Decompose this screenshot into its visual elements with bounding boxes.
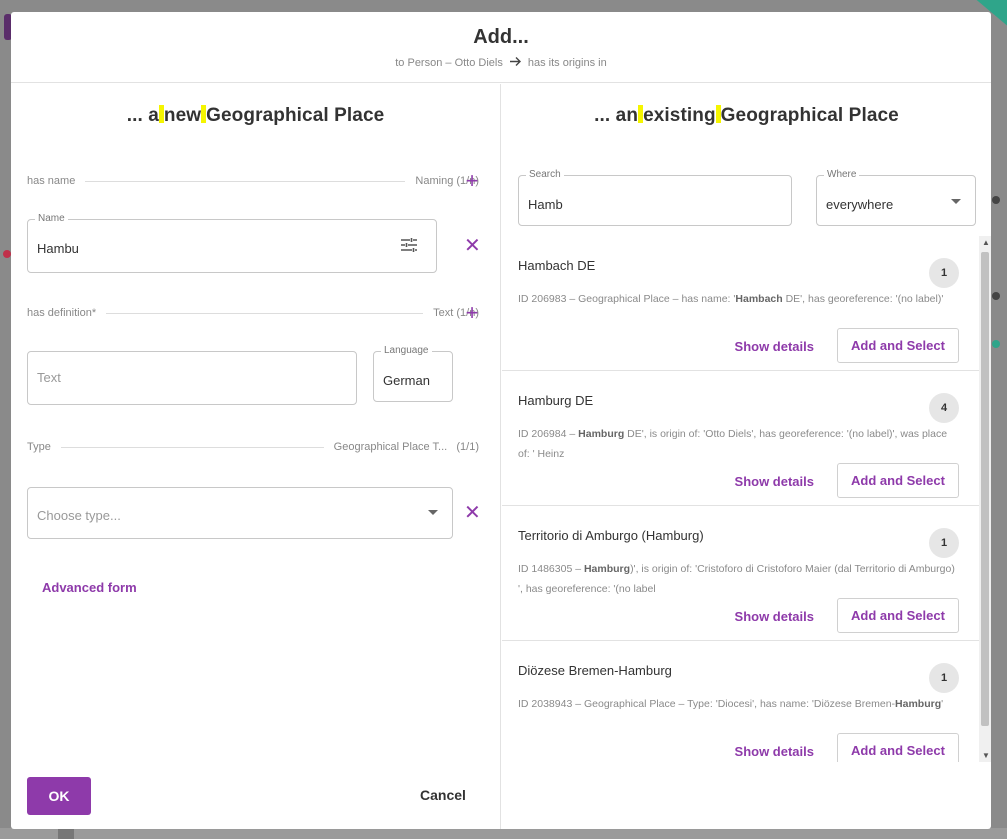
search-field[interactable]: Search Hamb [518,169,792,226]
result-description: ID 2038943 – Geographical Place – Type: … [518,698,944,710]
list-item: Hamburg DE 4 ID 206984 – Hamburg DE', is… [502,371,979,506]
result-count-badge: 1 [929,663,959,693]
add-definition-plus-icon[interactable]: + [464,302,480,324]
where-select[interactable]: Where everywhere [816,169,976,226]
show-details-button[interactable]: Show details [735,474,814,489]
divider [60,446,324,448]
language-field[interactable]: Language German [373,345,453,402]
tune-icon[interactable] [400,236,418,254]
has-definition-row: has definition* Text (1/n) [27,307,479,319]
existing-entity-panel: ... an existing Geographical Place Search … [502,84,991,829]
chevron-down-icon[interactable] [428,510,438,515]
result-description: ID 206983 – Geographical Place – has nam… [518,293,944,305]
result-name: Territorio di Amburgo (Hamburg) [518,528,704,543]
background-scrollbar [0,828,1007,839]
result-description: ID 1486305 – Hamburg)', is origin of: 'C… [518,563,955,595]
subtitle-source: to Person – Otto Diels [395,56,503,69]
remove-type-close-icon[interactable]: ✕ [464,503,481,523]
type-select[interactable]: Choose type... [27,487,453,539]
list-item: Diözese Bremen-Hamburg 1 ID 2038943 – Ge… [502,641,979,762]
chevron-down-icon[interactable] [951,199,961,204]
results-scrollbar[interactable]: ▲ ▼ [979,236,991,762]
result-count-badge: 1 [929,528,959,558]
result-name: Diözese Bremen-Hamburg [518,663,672,678]
show-details-button[interactable]: Show details [735,744,814,759]
ok-button[interactable]: OK [27,777,91,815]
result-name: Hamburg DE [518,393,594,408]
show-details-button[interactable]: Show details [735,609,814,624]
dialog-header: Add... to Person – Otto Diels has its or… [11,12,991,83]
new-entity-panel: ... a new Geographical Place has name Nami… [11,84,501,829]
dialog-subtitle: to Person – Otto Diels has its origins i… [11,55,991,70]
background-dot [992,292,1000,300]
results-list: Hambach DE 1 ID 206983 – Geographical Pl… [502,236,979,762]
result-name: Hambach DE [518,258,596,273]
arrow-right-icon [509,55,522,70]
add-and-select-button[interactable]: Add and Select [837,463,959,498]
add-name-plus-icon[interactable]: + [464,170,480,192]
divider [85,180,406,182]
result-description: ID 206984 – Hamburg DE', is origin of: '… [518,428,948,460]
result-count-badge: 1 [929,258,959,288]
name-field[interactable]: Name Hambu [27,213,437,273]
scrollbar-thumb[interactable] [981,252,989,726]
advanced-form-link[interactable]: Advanced form [42,580,137,595]
add-and-select-button[interactable]: Add and Select [837,328,959,363]
add-dialog: Add... to Person – Otto Diels has its or… [11,12,991,829]
search-input[interactable]: Hamb [528,197,563,212]
name-input[interactable]: Hambu [37,241,79,256]
subtitle-target: has its origins in [527,56,607,69]
list-item: Territorio di Amburgo (Hamburg) 1 ID 148… [502,506,979,641]
add-and-select-button[interactable]: Add and Select [837,598,959,633]
dialog-title: Add... [473,26,529,48]
list-item: Hambach DE 1 ID 206983 – Geographical Pl… [502,236,979,371]
show-details-button[interactable]: Show details [735,339,814,354]
language-value[interactable]: German [383,373,430,388]
background-dot [992,340,1000,348]
existing-panel-title: ... an existing Geographical Place [594,105,899,126]
add-and-select-button[interactable]: Add and Select [837,733,959,762]
background-dot [3,250,11,258]
divider [106,312,424,314]
text-input[interactable]: Text [37,370,61,385]
text-field[interactable]: Text [27,351,357,405]
type-row: Type Geographical Place T... (1/1) [27,441,479,453]
scroll-up-icon[interactable]: ▲ [982,238,990,247]
has-name-row: has name Naming (1/n) [27,175,479,187]
scroll-down-icon[interactable]: ▼ [982,751,990,760]
background-scroll-button [58,828,74,839]
remove-name-close-icon[interactable]: ✕ [464,236,481,256]
new-panel-title: ... a new Geographical Place [126,105,385,126]
background-dot [992,196,1000,204]
cancel-button[interactable]: Cancel [420,787,466,803]
result-count-badge: 4 [929,393,959,423]
